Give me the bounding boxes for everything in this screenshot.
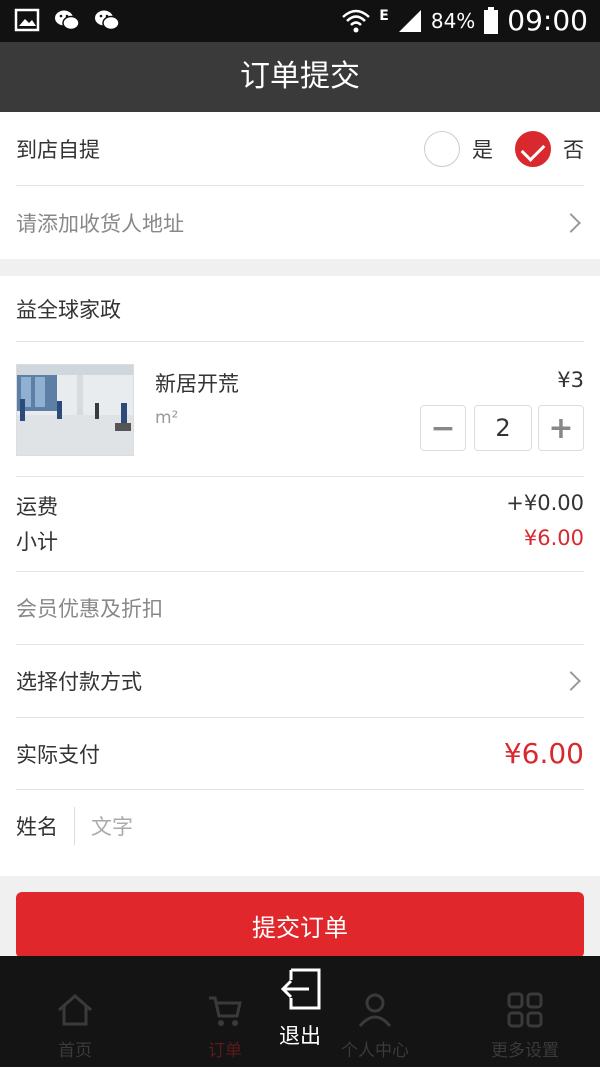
home-icon — [58, 994, 92, 1026]
tab-home[interactable]: 首页 — [30, 956, 120, 1067]
actual-payment-value: ¥6.00 — [503, 737, 584, 770]
pickup-no-label: 否 — [563, 137, 584, 162]
notification-icons — [14, 8, 120, 32]
product-unit: m² — [155, 408, 179, 428]
radio-unchecked-icon[interactable] — [424, 130, 460, 167]
grid-icon — [507, 992, 543, 1028]
radio-checked-icon[interactable] — [515, 130, 551, 167]
system-indicators: E 84% 09:00 — [341, 4, 588, 37]
address-placeholder: 请添加收货人地址 — [16, 211, 184, 236]
discount-row[interactable]: 会员优惠及折扣 — [16, 572, 584, 645]
header-bar: 订单提交 — [0, 42, 600, 112]
discount-label: 会员优惠及折扣 — [16, 597, 163, 621]
delivery-panel: 到店自提 是 否 请添加收货人地址 — [0, 112, 600, 259]
tab-more-settings[interactable]: 更多设置 — [475, 956, 575, 1067]
chevron-right-icon — [561, 671, 581, 691]
payment-method-label: 选择付款方式 — [16, 670, 142, 694]
user-icon — [358, 993, 392, 1027]
shipping-label: 运费 — [16, 495, 58, 519]
product-price: ¥3 — [557, 368, 584, 392]
tab-home-label: 首页 — [58, 1041, 92, 1061]
pickup-no-option[interactable]: 否 — [515, 130, 584, 167]
order-panel: 益全球家政 新居开荒 m² ¥3 − 2 + 运费 +¥0.00 小计 ¥6.0… — [0, 276, 600, 876]
name-field-label: 姓名 — [16, 815, 58, 839]
shop-row: 益全球家政 — [16, 276, 584, 342]
shop-name: 益全球家政 — [16, 297, 121, 322]
cart-icon — [209, 996, 242, 1026]
page-title: 订单提交 — [240, 59, 360, 94]
tab-more-settings-label: 更多设置 — [491, 1041, 559, 1061]
address-row[interactable]: 请添加收货人地址 — [16, 186, 584, 259]
subtotal-value: ¥6.00 — [523, 526, 584, 550]
tab-profile-label: 个人中心 — [341, 1041, 409, 1061]
exit-label: 退出 — [279, 1024, 321, 1048]
battery-icon — [484, 6, 499, 34]
exit-icon — [280, 968, 321, 1010]
payment-method-row[interactable]: 选择付款方式 — [16, 645, 584, 718]
name-input[interactable]: 文字 — [91, 811, 133, 841]
product-thumbnail — [16, 364, 134, 456]
gallery-icon — [14, 8, 40, 32]
quantity-value[interactable]: 2 — [474, 405, 532, 451]
tab-orders[interactable]: 订单 — [180, 956, 270, 1067]
pickup-row: 到店自提 是 否 — [16, 112, 584, 186]
name-field-row: 姓名 文字 — [16, 790, 584, 862]
signal-icon — [398, 9, 421, 32]
summary-row: 运费 +¥0.00 小计 ¥6.00 — [16, 477, 584, 572]
actual-payment-row: 实际支付 ¥6.00 — [16, 718, 584, 790]
status-bar: E 84% 09:00 — [0, 0, 600, 42]
wechat-icon-2 — [95, 10, 120, 31]
wifi-icon — [342, 9, 371, 32]
submit-order-button[interactable]: 提交订单 — [16, 892, 584, 958]
actual-payment-label: 实际支付 — [16, 742, 100, 767]
battery-percent: 84% — [430, 8, 476, 33]
pickup-label: 到店自提 — [16, 137, 100, 162]
submit-order-label: 提交订单 — [252, 913, 348, 942]
product-name: 新居开荒 — [155, 372, 239, 396]
network-type: E — [379, 7, 389, 24]
pickup-yes-label: 是 — [472, 137, 493, 162]
clock: 09:00 — [507, 4, 588, 37]
subtotal-label: 小计 — [16, 530, 58, 554]
tab-profile[interactable]: 个人中心 — [330, 956, 420, 1067]
quantity-increase-button[interactable]: + — [538, 405, 584, 451]
cleaning-photo-image — [17, 365, 133, 455]
chevron-right-icon — [561, 212, 581, 233]
product-row: 新居开荒 m² ¥3 − 2 + — [16, 342, 584, 477]
wechat-icon — [55, 10, 80, 31]
pickup-yes-option[interactable]: 是 — [424, 130, 493, 167]
exit-button[interactable]: 退出 — [262, 966, 338, 1066]
divider — [74, 807, 75, 845]
tab-orders-label: 订单 — [208, 1041, 242, 1061]
quantity-decrease-button[interactable]: − — [420, 405, 466, 451]
shipping-value: +¥0.00 — [506, 491, 584, 515]
